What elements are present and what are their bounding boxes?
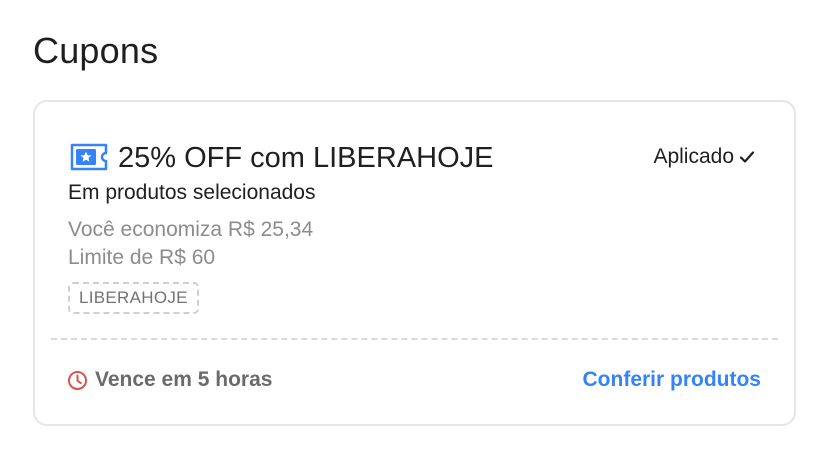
view-products-link[interactable]: Conferir produtos <box>583 367 762 393</box>
coupon-code-chip: LIBERAHOJE <box>68 282 199 314</box>
coupon-subtitle: Em produtos selecionados <box>68 181 316 204</box>
status-label: Aplicado <box>653 145 734 168</box>
ticket-star-icon <box>70 143 108 171</box>
savings-text: Você economiza R$ 25,34 <box>68 218 314 241</box>
applied-status: Aplicado <box>653 144 756 170</box>
coupon-card: 25% OFF com LIBERAHOJE Aplicado Em produ… <box>33 100 796 426</box>
clock-icon <box>68 370 87 390</box>
expiry-label: Vence em 5 horas <box>95 368 273 391</box>
limit-text: Limite de R$ 60 <box>68 246 216 269</box>
expiry-info: Vence em 5 horas <box>67 367 272 393</box>
check-icon <box>739 151 755 163</box>
section-title: Cupons <box>33 30 159 71</box>
divider <box>51 338 778 340</box>
coupon-title: 25% OFF com LIBERAHOJE <box>118 142 494 174</box>
coupons-page: Cupons 25% OFF com LIBERAHOJE Aplicado E… <box>0 0 828 463</box>
